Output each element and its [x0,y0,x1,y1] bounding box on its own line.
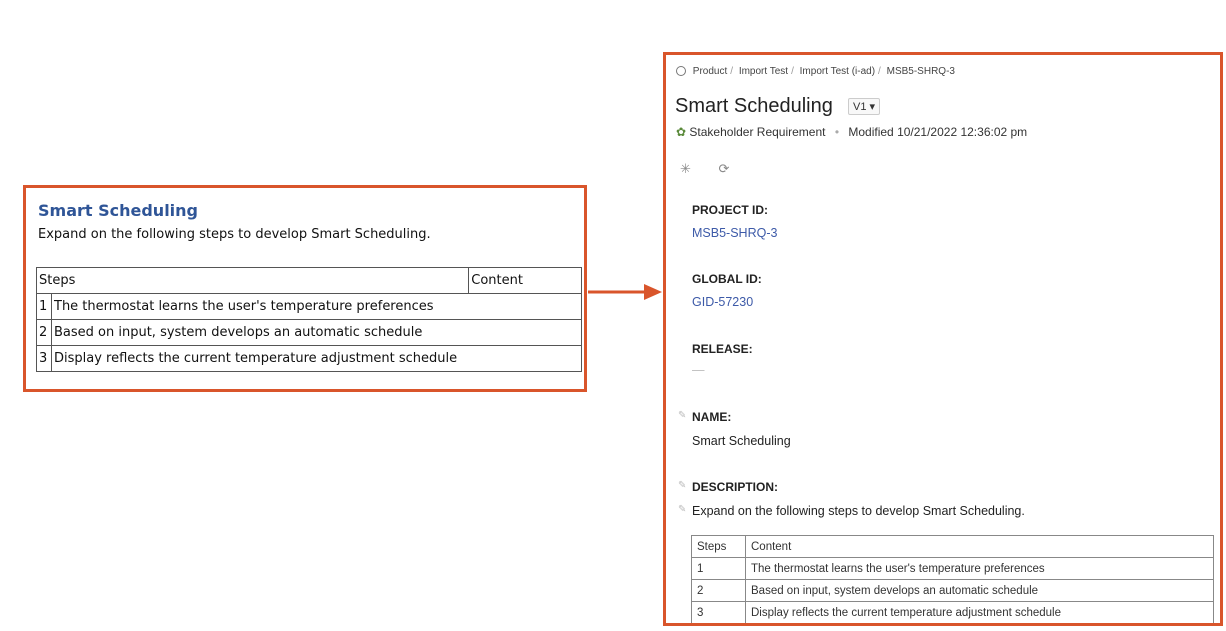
global-id-label: GLOBAL ID: [692,272,762,286]
version-dropdown[interactable]: V1 ▾ [848,98,881,115]
toolbar: ✳ ⟳ [680,161,753,177]
global-id-value[interactable]: GID-57230 [692,295,753,309]
document-heading: Smart Scheduling [38,201,199,220]
breadcrumb-item[interactable]: Import Test (i-ad) [800,66,875,77]
document-steps-table: Steps Content 1 The thermostat learns th… [35,267,582,372]
document-intro: Expand on the following steps to develop… [38,227,431,242]
step-content: Based on input, system develops an autom… [51,319,582,346]
edit-icon[interactable]: ✎ [678,410,686,421]
step-number: 2 [691,579,746,602]
edit-icon[interactable]: ✎ [678,480,686,491]
name-value[interactable]: Smart Scheduling [692,434,791,448]
table-header-row: Steps Content [691,535,1214,558]
settings-icon[interactable]: ✳ [680,161,691,176]
table-row: 1 The thermostat learns the user's tempe… [36,293,582,320]
refresh-icon[interactable]: ⟳ [719,161,730,176]
step-number: 3 [36,345,52,372]
edit-icon[interactable]: ✎ [678,504,686,515]
table-row: 2 Based on input, system develops an aut… [691,579,1214,602]
description-label: DESCRIPTION: [692,480,779,494]
breadcrumb-item[interactable]: Import Test [739,66,788,77]
breadcrumb: Product / Import Test / Import Test (i-ad)… [676,66,955,77]
word-document-excerpt: Smart Scheduling Expand on the following… [23,185,587,392]
requirement-detail-panel: Product / Import Test / Import Test (i-ad)… [663,52,1223,626]
requirement-type: Stakeholder Requirement [689,125,826,139]
home-icon[interactable] [676,66,686,76]
step-content: Display reflects the current temperature… [51,345,582,372]
table-row: 2 Based on input, system develops an aut… [36,319,582,346]
project-id-label: PROJECT ID: [692,203,769,217]
content-header: Content [468,267,582,294]
step-content: Based on input, system develops an autom… [745,579,1214,602]
modified-timestamp: Modified 10/21/2022 12:36:02 pm [848,125,1028,139]
table-row: 3 Display reflects the current temperatu… [691,601,1214,623]
release-value[interactable]: — [692,363,705,377]
requirement-meta: ✿ Stakeholder Requirement • Modified 10/… [676,125,1028,139]
step-number: 1 [36,293,52,320]
arrow-right-icon [588,284,662,300]
description-steps-table: Steps Content 1 The thermostat learns th… [691,535,1214,623]
content-header: Content [745,535,1214,558]
requirement-type-icon: ✿ [676,125,687,139]
project-id-value[interactable]: MSB5-SHRQ-3 [692,226,777,240]
table-row: 1 The thermostat learns the user's tempe… [691,557,1214,580]
table-row: 3 Display reflects the current temperatu… [36,345,582,372]
breadcrumb-item[interactable]: MSB5-SHRQ-3 [887,66,955,77]
breadcrumb-item[interactable]: Product [693,66,727,77]
step-content: Display reflects the current temperature… [745,601,1214,623]
steps-header: Steps [691,535,746,558]
step-number: 1 [691,557,746,580]
page-title: Smart Scheduling [675,95,833,117]
steps-header: Steps [35,267,470,294]
step-number: 2 [36,319,52,346]
step-content: The thermostat learns the user's tempera… [51,293,582,320]
description-value[interactable]: Expand on the following steps to develop… [692,504,1025,518]
table-header-row: Steps Content [35,267,582,294]
name-label: NAME: [692,410,732,424]
step-content: The thermostat learns the user's tempera… [745,557,1214,580]
step-number: 3 [691,601,746,623]
release-label: RELEASE: [692,342,753,356]
